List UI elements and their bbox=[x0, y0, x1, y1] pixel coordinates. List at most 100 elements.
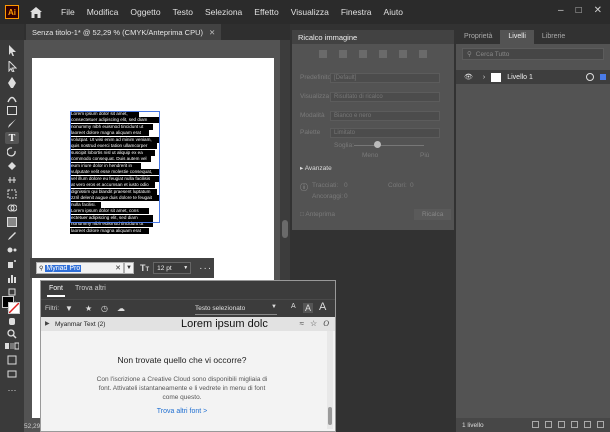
scrollbar-thumb[interactable] bbox=[282, 220, 288, 238]
font-list-scrollbar[interactable] bbox=[327, 331, 333, 429]
small-sample-icon[interactable]: A bbox=[291, 303, 296, 310]
list-item[interactable]: ▶ Myanmar Text (2) Lorem ipsum dolc ≈ ☆ … bbox=[41, 317, 335, 331]
rectangle-tool-icon[interactable] bbox=[5, 104, 19, 116]
palette-select[interactable]: Limitato bbox=[330, 128, 440, 138]
blend-tool-icon[interactable] bbox=[5, 244, 19, 256]
new-sublayer-icon[interactable] bbox=[571, 421, 578, 428]
chevron-down-icon[interactable]: ▼ bbox=[271, 304, 277, 310]
clear-icon[interactable]: ✕ bbox=[115, 264, 121, 272]
auto-color-icon[interactable] bbox=[319, 50, 327, 58]
draw-mode-icon[interactable] bbox=[5, 354, 19, 366]
menu-file[interactable]: File bbox=[55, 7, 81, 17]
paintbrush-tool-icon[interactable] bbox=[5, 118, 19, 130]
image-trace-title: Ricalco immagine bbox=[292, 30, 454, 44]
activated-cloud-icon[interactable]: ☁ bbox=[117, 304, 125, 313]
eyedropper-tool-icon[interactable] bbox=[5, 230, 19, 242]
high-color-icon[interactable] bbox=[339, 50, 347, 58]
tab-font[interactable]: Font bbox=[46, 285, 66, 297]
maximize-icon[interactable]: □ bbox=[576, 5, 582, 16]
scrollbar-thumb[interactable] bbox=[328, 407, 332, 425]
sample-text-select[interactable]: Testo selezionato bbox=[195, 305, 245, 312]
tab-libraries[interactable]: Librerie bbox=[534, 30, 573, 44]
stroke-swatch[interactable] bbox=[8, 302, 20, 314]
medium-sample-icon[interactable]: A bbox=[303, 303, 314, 313]
filter-icon[interactable]: ▼ bbox=[65, 304, 73, 313]
menu-bar: Ai File Modifica Oggetto Testo Seleziona… bbox=[0, 0, 610, 24]
more-options-icon[interactable]: ··· bbox=[199, 263, 212, 274]
layer-row[interactable]: 👁 › Livello 1 bbox=[456, 70, 610, 84]
screen-mode-icon[interactable] bbox=[5, 368, 19, 380]
preview-checkbox[interactable]: □ Anteprima bbox=[300, 211, 335, 218]
recent-clock-icon[interactable]: ◷ bbox=[101, 304, 108, 313]
home-icon[interactable] bbox=[29, 5, 43, 19]
eraser-tool-icon[interactable] bbox=[5, 160, 19, 172]
export-icon[interactable] bbox=[532, 421, 539, 428]
zoom-status[interactable]: 52,29 bbox=[24, 423, 40, 430]
color-mode-icon[interactable] bbox=[5, 340, 19, 352]
view-label: Visualizza bbox=[300, 93, 330, 100]
locate-icon[interactable] bbox=[545, 421, 552, 428]
menu-testo[interactable]: Testo bbox=[167, 7, 199, 17]
expand-chevron-icon[interactable]: › bbox=[483, 74, 485, 81]
paths-value: 0 bbox=[344, 182, 348, 189]
free-transform-tool-icon[interactable] bbox=[5, 188, 19, 200]
menu-effetto[interactable]: Effetto bbox=[248, 7, 284, 17]
mode-select[interactable]: Bianco e nero bbox=[330, 111, 440, 121]
tab-find-more[interactable]: Trova altri bbox=[75, 285, 106, 292]
selection-tool-icon[interactable] bbox=[5, 44, 19, 56]
chevron-down-icon[interactable]: ▼ bbox=[183, 265, 188, 271]
preset-select[interactable]: [Default] bbox=[330, 73, 440, 83]
font-dropdown-panel: Font Trova altri Filtri: ▼ ★ ◷ ☁ Testo s… bbox=[40, 280, 336, 432]
tab-properties[interactable]: Proprietà bbox=[456, 30, 500, 44]
chevron-down-icon[interactable]: ▼ bbox=[124, 262, 134, 274]
menu-seleziona[interactable]: Seleziona bbox=[199, 7, 248, 17]
font-family-input[interactable]: ⚲ Myriad Pro ✕ bbox=[36, 262, 124, 274]
pen-tool-icon[interactable] bbox=[5, 76, 19, 88]
trace-button[interactable]: Ricalca bbox=[414, 209, 452, 220]
favorites-star-icon[interactable]: ★ bbox=[85, 304, 92, 313]
delete-layer-icon[interactable] bbox=[597, 421, 604, 428]
favorite-star-icon[interactable]: ☆ bbox=[310, 319, 317, 328]
large-sample-icon[interactable]: A bbox=[319, 301, 326, 313]
mode-label: Modalità bbox=[300, 112, 325, 119]
similar-icon[interactable]: ≈ bbox=[300, 319, 304, 328]
grayscale-icon[interactable] bbox=[379, 50, 387, 58]
gradient-tool-icon[interactable] bbox=[5, 216, 19, 228]
threshold-slider-thumb[interactable] bbox=[374, 141, 381, 148]
width-tool-icon[interactable] bbox=[5, 174, 19, 186]
layers-search[interactable]: ⚲ Cerca Tutto bbox=[462, 48, 604, 60]
clipping-mask-icon[interactable] bbox=[558, 421, 565, 428]
zoom-tool-icon[interactable] bbox=[5, 328, 19, 340]
new-layer-icon[interactable] bbox=[584, 421, 591, 428]
direct-selection-tool-icon[interactable] bbox=[5, 60, 19, 72]
curvature-tool-icon[interactable] bbox=[5, 92, 19, 104]
minimize-icon[interactable]: – bbox=[558, 5, 564, 16]
symbol-sprayer-tool-icon[interactable] bbox=[5, 258, 19, 270]
visibility-eye-icon[interactable]: 👁 bbox=[464, 73, 473, 81]
outline-icon[interactable] bbox=[419, 50, 427, 58]
low-color-icon[interactable] bbox=[359, 50, 367, 58]
advanced-toggle[interactable]: ▸ Avanzate bbox=[300, 164, 332, 172]
type-tool-icon[interactable]: T bbox=[5, 132, 19, 144]
font-size-input[interactable]: 12 pt ▼ bbox=[153, 262, 192, 274]
expand-chevron-icon[interactable]: ▶ bbox=[45, 320, 50, 327]
menu-modifica[interactable]: Modifica bbox=[81, 7, 125, 17]
menu-oggetto[interactable]: Oggetto bbox=[124, 7, 166, 17]
close-tab-icon[interactable]: ✕ bbox=[209, 28, 215, 37]
hand-tool-icon[interactable] bbox=[5, 314, 19, 326]
close-window-icon[interactable]: ✕ bbox=[594, 5, 602, 16]
tab-layers[interactable]: Livelli bbox=[500, 30, 534, 44]
menu-finestra[interactable]: Finestra bbox=[335, 7, 378, 17]
font-filter-bar: Filtri: ▼ ★ ◷ ☁ Testo selezionato ▼ A A … bbox=[41, 299, 335, 318]
edit-toolbar-icon[interactable]: ··· bbox=[5, 384, 19, 396]
shape-builder-tool-icon[interactable] bbox=[5, 202, 19, 214]
black-white-icon[interactable] bbox=[399, 50, 407, 58]
rotate-tool-icon[interactable] bbox=[5, 146, 19, 158]
column-graph-tool-icon[interactable] bbox=[5, 272, 19, 284]
menu-aiuto[interactable]: Aiuto bbox=[378, 7, 409, 17]
view-select[interactable]: Risultato di ricalco bbox=[330, 92, 440, 102]
find-more-fonts-link[interactable]: Trova altri font > bbox=[41, 408, 323, 415]
menu-visualizza[interactable]: Visualizza bbox=[285, 7, 335, 17]
target-icon[interactable] bbox=[586, 73, 594, 81]
document-tab[interactable]: Senza titolo-1* @ 52,29 % (CMYK/Anteprim… bbox=[26, 24, 222, 40]
